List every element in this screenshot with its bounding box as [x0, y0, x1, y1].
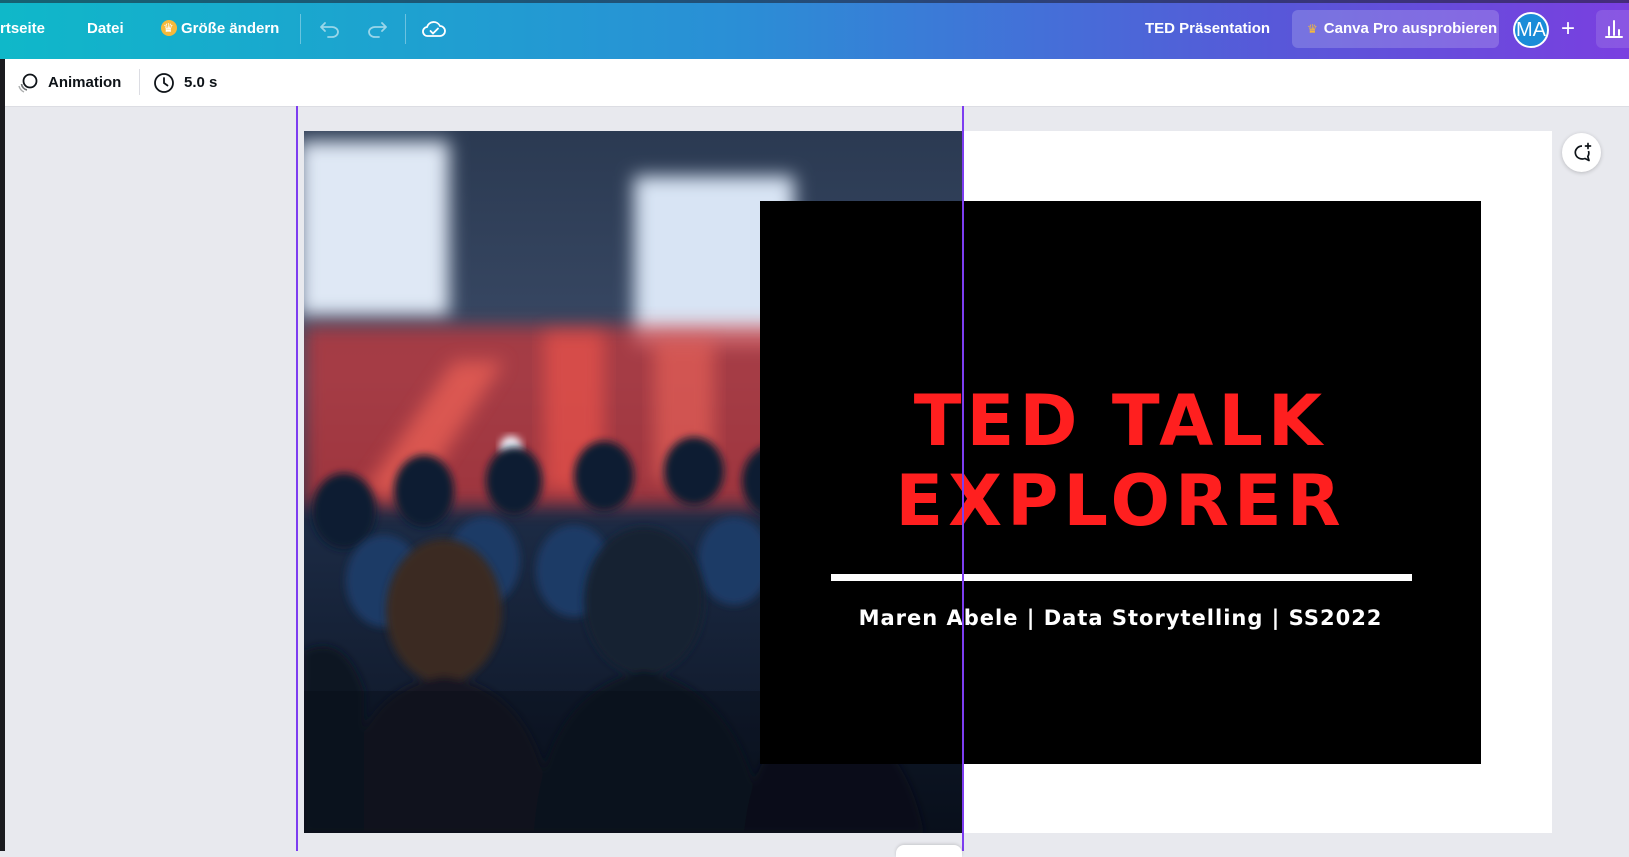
bar-chart-icon: [1605, 20, 1623, 38]
title-divider-line[interactable]: [831, 574, 1412, 581]
redo-icon: [368, 22, 387, 38]
slide-title[interactable]: TED TALK EXPLORER: [760, 381, 1481, 541]
document-title[interactable]: TED Präsentation: [1145, 19, 1270, 39]
try-canva-pro-button[interactable]: ♛ Canva Pro ausprobieren: [1292, 10, 1499, 48]
undo-icon: [320, 22, 339, 38]
save-status-button[interactable]: [419, 14, 449, 44]
crown-icon: ♛: [1307, 22, 1318, 36]
insights-button[interactable]: [1596, 10, 1629, 48]
animation-icon: [18, 73, 38, 93]
page-toggle-tab[interactable]: [896, 845, 962, 857]
slide-subtitle[interactable]: Maren Abele | Data Storytelling | SS2022: [760, 606, 1481, 630]
redo-button[interactable]: [362, 14, 392, 44]
selection-guide-right: [962, 106, 964, 851]
undo-button[interactable]: [315, 14, 345, 44]
duration-button[interactable]: 5.0 s: [153, 71, 233, 95]
add-collaborator-button[interactable]: +: [1552, 10, 1584, 48]
clock-icon: [154, 73, 174, 93]
slide-canvas[interactable]: TED TALK EXPLORER Maren Abele | Data Sto…: [304, 131, 1552, 833]
selection-guide-left: [296, 106, 298, 851]
resize-button-label: Größe ändern: [181, 20, 280, 37]
try-canva-pro-label: Canva Pro ausprobieren: [1323, 20, 1498, 37]
duration-label: 5.0 s: [184, 74, 218, 91]
resize-button[interactable]: Größe ändern: [161, 18, 280, 39]
animation-label: Animation: [48, 74, 122, 91]
user-avatar[interactable]: MA: [1513, 12, 1549, 48]
toolbar-divider: [300, 14, 301, 44]
home-button[interactable]: rtseite: [0, 19, 45, 39]
window-edge: [0, 59, 5, 106]
top-navigation-bar: rtseite Datei Größe ändern TED Präsentat…: [0, 0, 1629, 59]
file-menu-button[interactable]: Datei: [87, 19, 124, 39]
title-text-box[interactable]: TED TALK EXPLORER Maren Abele | Data Sto…: [760, 201, 1481, 764]
toolbar-divider: [139, 69, 140, 95]
animation-button[interactable]: Animation: [17, 71, 127, 95]
cloud-check-icon: [422, 21, 446, 37]
crown-icon: [161, 18, 177, 38]
window-edge: [0, 106, 5, 851]
context-toolbar: Animation 5.0 s: [0, 59, 1629, 107]
add-comment-button[interactable]: [1562, 133, 1601, 172]
comment-add-icon: [1573, 142, 1591, 161]
toolbar-divider: [405, 14, 406, 44]
